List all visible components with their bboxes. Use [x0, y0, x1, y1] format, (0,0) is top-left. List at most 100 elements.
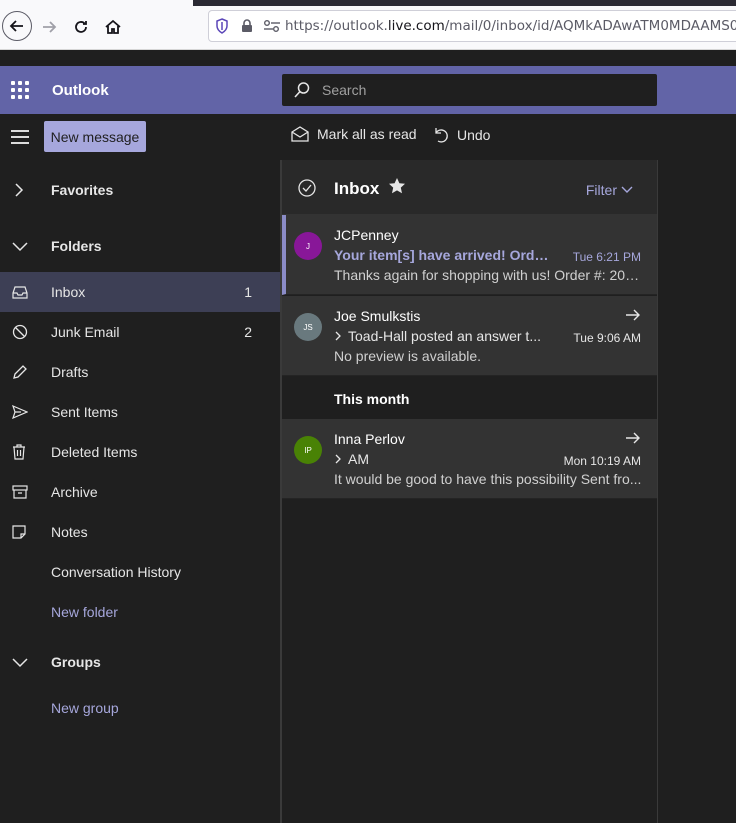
forwarded-icon: [625, 308, 641, 325]
reload-icon: [75, 21, 87, 33]
sidebar-item-archive[interactable]: Archive: [0, 472, 280, 512]
forwarded-icon: [625, 431, 641, 448]
sidebar-item-label: Junk Email: [51, 324, 120, 340]
date-group-label: This month: [334, 391, 410, 407]
message-subject: Toad-Hall posted an answer t...: [334, 328, 549, 344]
mark-all-read-label: Mark all as read: [317, 126, 417, 142]
sidebar-item-junk-email[interactable]: Junk Email 2: [0, 312, 280, 352]
chevron-right-icon: [0, 183, 51, 197]
app-header: Outlook Search: [0, 66, 736, 114]
groups-section[interactable]: Groups: [0, 642, 280, 682]
new-folder-link[interactable]: New folder: [0, 592, 280, 632]
message-list: Inbox Filter J JCPenney Your item[s] hav…: [282, 160, 657, 823]
search-box[interactable]: Search: [282, 74, 657, 106]
avatar: J: [294, 232, 322, 260]
favorites-label: Favorites: [51, 182, 114, 198]
envelope-open-icon: [291, 126, 309, 142]
app-launcher-icon[interactable]: [11, 81, 29, 99]
trash-icon: [0, 444, 51, 460]
arrow-left-icon: [9, 20, 23, 32]
folders-label: Folders: [51, 238, 102, 254]
message-sender: Inna Perlov: [334, 431, 405, 447]
chevron-down-icon: [0, 239, 51, 253]
mark-all-read-button[interactable]: Mark all as read: [291, 126, 417, 142]
message-sender: Joe Smulkstis: [334, 308, 421, 324]
undo-icon: [435, 128, 448, 143]
sidebar-item-label: Notes: [51, 524, 88, 540]
sidebar-item-label: Inbox: [51, 284, 86, 300]
favorites-section[interactable]: Favorites: [0, 170, 280, 210]
date-group-header: This month: [282, 377, 657, 419]
permissions-icon[interactable]: [260, 16, 285, 36]
message-item[interactable]: JS Joe Smulkstis Toad-Hall posted an ans…: [282, 296, 657, 376]
sidebar-item-label: Sent Items: [51, 404, 118, 420]
filter-label: Filter: [585, 182, 617, 198]
avatar: JS: [294, 313, 322, 341]
chevron-right-icon: [335, 331, 341, 341]
message-time: Mon 10:19 AM: [563, 454, 641, 468]
groups-label: Groups: [51, 654, 101, 670]
sidebar-item-sent-items[interactable]: Sent Items: [0, 392, 280, 432]
select-all-checkbox-icon[interactable]: [298, 179, 316, 200]
new-folder-label: New folder: [51, 604, 118, 620]
new-message-button[interactable]: New message: [44, 121, 146, 152]
unread-count: 2: [244, 324, 252, 340]
sidebar-item-notes[interactable]: Notes: [0, 512, 280, 552]
search-icon: [282, 81, 322, 99]
sidebar-item-label: Deleted Items: [51, 444, 138, 460]
sidebar-item-label: Drafts: [51, 364, 89, 380]
message-preview: No preview is available.: [334, 348, 482, 364]
message-time: Tue 6:21 PM: [572, 250, 641, 264]
message-time: Tue 9:06 AM: [573, 331, 641, 345]
arrow-right-icon: [43, 21, 57, 33]
message-list-header: Inbox Filter: [282, 160, 657, 215]
new-group-label: New group: [51, 700, 119, 716]
home-icon: [105, 19, 121, 34]
message-sender: JCPenney: [334, 227, 399, 243]
shield-icon[interactable]: [209, 16, 234, 36]
avatar: IP: [294, 436, 322, 464]
chevron-down-icon: [0, 655, 51, 669]
sidebar-item-deleted-items[interactable]: Deleted Items: [0, 432, 280, 472]
undo-button[interactable]: Undo: [433, 126, 490, 144]
back-button[interactable]: [2, 11, 32, 41]
reading-pane: [657, 160, 736, 823]
app-name[interactable]: Outlook: [52, 82, 109, 99]
home-button[interactable]: [98, 12, 128, 42]
message-subject: Your item[s] have arrived! Order...: [334, 247, 549, 263]
url-text: https://outlook.live.com/mail/0/inbox/id…: [284, 18, 736, 34]
reload-button[interactable]: [66, 12, 96, 42]
lock-icon[interactable]: [234, 16, 259, 36]
message-item[interactable]: IP Inna Perlov AM Mon 10:19 AM It would …: [282, 419, 657, 499]
search-input[interactable]: Search: [322, 82, 366, 98]
new-group-link[interactable]: New group: [0, 688, 280, 728]
send-icon: [0, 405, 51, 419]
sidebar-item-conversation-history[interactable]: Conversation History: [0, 552, 280, 592]
chevron-down-icon: [621, 186, 633, 193]
unread-count: 1: [244, 284, 252, 300]
message-preview: It would be good to have this possibilit…: [334, 471, 642, 487]
message-subject: AM: [334, 451, 549, 467]
browser-toolbar: https://outlook.live.com/mail/0/inbox/id…: [0, 0, 736, 50]
sidebar-item-drafts[interactable]: Drafts: [0, 352, 280, 392]
browser-tab-strip: [0, 0, 736, 6]
undo-label: Undo: [457, 127, 491, 143]
folders-section[interactable]: Folders: [0, 226, 280, 266]
filter-button[interactable]: Filter: [586, 182, 633, 198]
sidebar-item-label: Archive: [51, 484, 98, 500]
folder-pane: Favorites Folders Inbox 1 Junk Email 2 D…: [0, 160, 280, 823]
sidebar-item-inbox[interactable]: Inbox 1: [0, 272, 280, 312]
star-icon[interactable]: [388, 177, 406, 198]
note-icon: [0, 525, 51, 539]
forward-button[interactable]: [34, 12, 64, 42]
command-bar: New message Mark all as read Undo: [0, 114, 736, 160]
chevron-right-icon: [335, 454, 341, 464]
address-bar[interactable]: https://outlook.live.com/mail/0/inbox/id…: [208, 10, 736, 42]
hamburger-menu-icon[interactable]: [11, 130, 29, 144]
folder-title: Inbox: [334, 179, 380, 198]
inbox-icon: [0, 285, 51, 299]
junk-icon: [0, 324, 51, 340]
archive-icon: [0, 485, 51, 499]
pencil-icon: [0, 364, 51, 380]
message-item[interactable]: J JCPenney Your item[s] have arrived! Or…: [282, 215, 657, 295]
